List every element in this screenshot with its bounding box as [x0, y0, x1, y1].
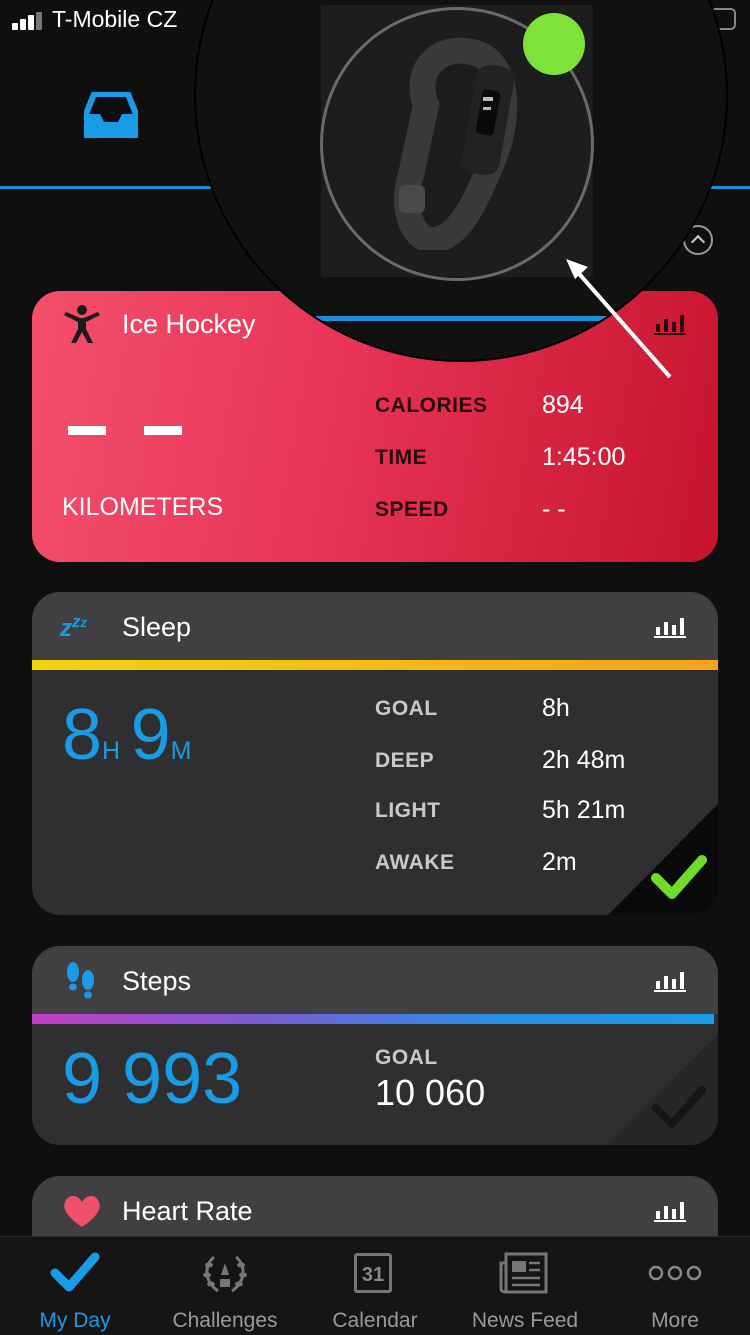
stat-label: TIME [375, 446, 428, 469]
steps-card[interactable]: Steps 9 993 GOAL 10 060 [32, 946, 718, 1145]
header-divider-right [708, 186, 750, 189]
inbox-icon[interactable] [84, 92, 138, 138]
sleep-stat-label: GOAL [375, 697, 438, 720]
tab-news-feed[interactable]: News Feed [450, 1237, 600, 1335]
stat-label: SPEED [375, 498, 449, 521]
connection-status-dot [523, 13, 585, 75]
goal-not-met-badge [608, 1034, 718, 1145]
tab-label: Challenges [172, 1309, 278, 1332]
calendar-icon: 31 [354, 1253, 392, 1293]
sleep-stat-value: 2h 48m [542, 746, 626, 774]
sleep-duration: 8H 9M [62, 695, 192, 775]
footprints-icon [67, 962, 94, 999]
steps-count: 9 993 [62, 1039, 243, 1119]
heart-icon [64, 1196, 100, 1227]
stat-value: 894 [542, 391, 584, 419]
sleep-title: Sleep [122, 612, 192, 642]
tab-bar: My Day Challenges 31 Calendar News Feed … [0, 1236, 750, 1335]
tab-label: Calendar [332, 1309, 418, 1332]
chart-icon[interactable] [654, 1198, 686, 1222]
more-icon [648, 1265, 702, 1281]
header-divider [0, 186, 215, 189]
tab-my-day[interactable]: My Day [0, 1237, 150, 1335]
sleep-zzz-icon: zzz [60, 612, 87, 642]
tab-calendar[interactable]: 31 Calendar [300, 1237, 450, 1335]
carrier-name: T-Mobile CZ [52, 6, 178, 32]
newspaper-icon [499, 1252, 548, 1294]
steps-goal-value: 10 060 [375, 1072, 486, 1113]
person-activity-icon [64, 305, 100, 343]
fitness-band-icon [394, 37, 518, 250]
goal-met-badge [608, 804, 718, 915]
sleep-stat-label: AWAKE [375, 851, 455, 874]
pointer-arrow-icon [566, 259, 672, 379]
sleep-stat-value: 2m [542, 848, 577, 876]
distance-unit: KILOMETERS [62, 493, 224, 521]
chart-icon[interactable] [654, 614, 686, 638]
stat-value: 1:45:00 [542, 443, 626, 471]
signal-icon [12, 12, 46, 30]
distance-dash [68, 426, 106, 435]
distance-dash [144, 426, 182, 435]
sleep-stat-label: LIGHT [375, 799, 441, 822]
stat-label: CALORIES [375, 394, 488, 417]
sleep-stat-value: 8h [542, 694, 570, 722]
sleep-progress-bar [32, 660, 718, 670]
heart-title: Heart Rate [122, 1196, 253, 1226]
steps-progress-bar [32, 1014, 714, 1024]
tab-label: My Day [39, 1309, 111, 1332]
steps-title: Steps [122, 966, 192, 996]
chart-icon[interactable] [654, 968, 686, 992]
tab-label: News Feed [471, 1309, 579, 1332]
sleep-card[interactable]: zzz Sleep 8H 9M GOAL 8h DEEP 2h 48m LIGH… [32, 592, 718, 915]
checkmark-icon [50, 1252, 100, 1292]
tab-label: More [651, 1309, 699, 1332]
tab-more[interactable]: More [600, 1237, 750, 1335]
sleep-stat-label: DEEP [375, 749, 435, 772]
laurel-icon [203, 1255, 247, 1293]
tab-challenges[interactable]: Challenges [150, 1237, 300, 1335]
stat-value: - - [542, 495, 566, 523]
activity-title: Ice Hockey [122, 309, 256, 339]
steps-goal-label: GOAL [375, 1046, 438, 1069]
